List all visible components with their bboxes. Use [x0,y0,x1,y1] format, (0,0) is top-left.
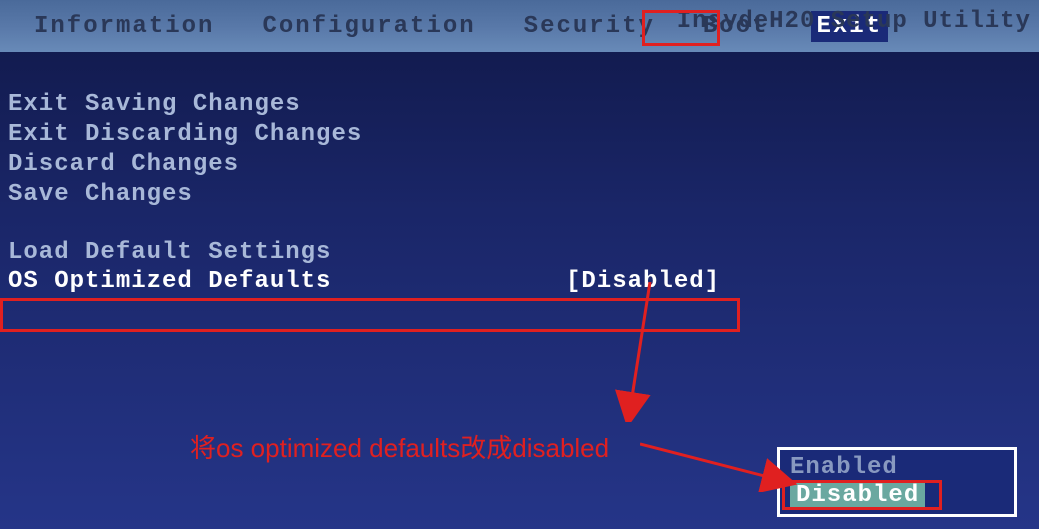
popup-option-enabled[interactable]: Enabled [786,454,1008,482]
os-optimized-label: OS Optimized Defaults [6,268,566,295]
menu-save-changes[interactable]: Save Changes [6,180,1039,210]
popup-option-disabled[interactable]: Disabled [790,482,925,510]
os-optimized-value: [Disabled] [566,268,720,295]
tab-information[interactable]: Information [28,11,220,42]
option-popup: Enabled Disabled [777,447,1017,517]
menu-exit-discarding[interactable]: Exit Discarding Changes [6,120,1039,150]
menu-load-defaults[interactable]: Load Default Settings [6,238,1039,268]
annotation-box-os-optimized [0,298,740,332]
exit-menu-content: Exit Saving Changes Exit Discarding Chan… [0,52,1039,295]
utility-title: InsydeH20 Setup Utility [677,8,1031,35]
annotation-instruction-text: 将os optimized defaults改成disabled [190,428,609,465]
annotation-arrow-down-icon [600,282,680,422]
bios-menubar: Information Configuration Security Boot … [0,0,1039,52]
spacer [6,210,1039,238]
annotation-arrow-right-icon [640,432,800,492]
menu-discard-changes[interactable]: Discard Changes [6,150,1039,180]
tab-configuration[interactable]: Configuration [256,11,481,42]
menu-os-optimized-defaults[interactable]: OS Optimized Defaults [Disabled] [6,268,1039,295]
tab-security[interactable]: Security [518,11,661,42]
menu-exit-saving[interactable]: Exit Saving Changes [6,90,1039,120]
